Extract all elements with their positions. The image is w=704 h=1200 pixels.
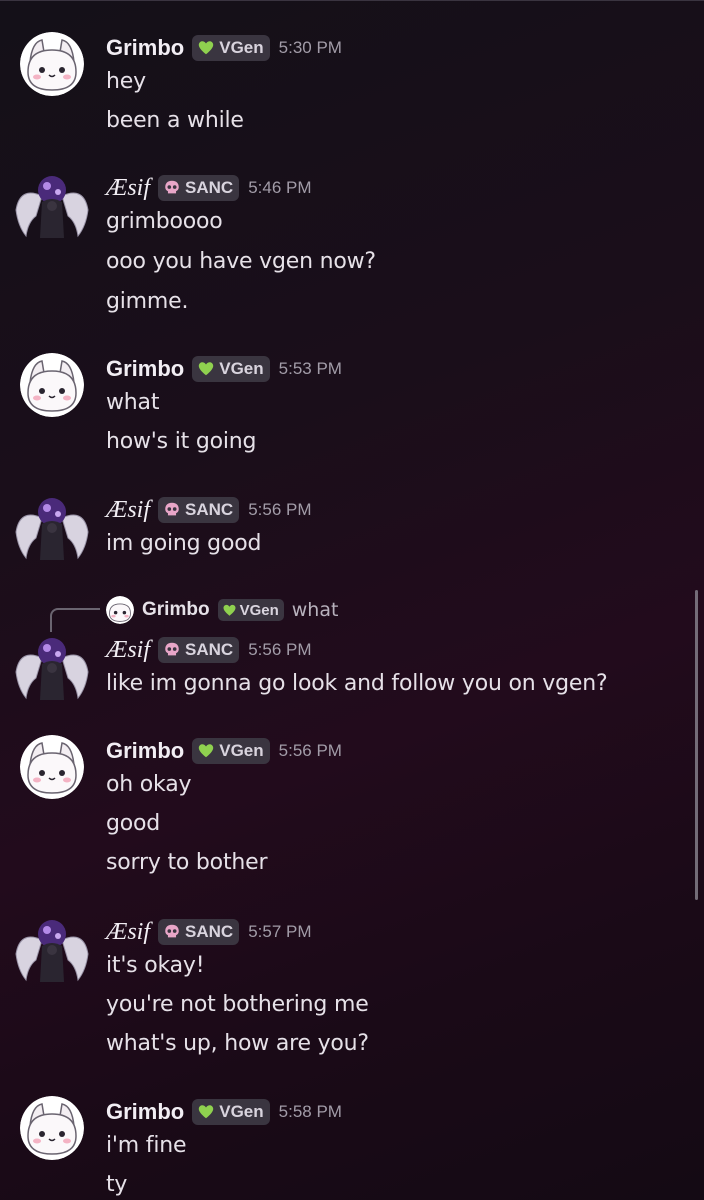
message-line: i'm fine xyxy=(106,1133,187,1158)
message-line: sorry to bother xyxy=(106,850,268,875)
author-name[interactable]: Æsif xyxy=(106,175,150,202)
top-divider xyxy=(0,0,704,1)
aesif-avatar[interactable] xyxy=(15,494,89,560)
guild-tag[interactable]: VGen xyxy=(192,1099,270,1125)
winged-figure-avatar-icon xyxy=(15,176,89,238)
reply-preview[interactable]: Grimbo VGen what xyxy=(0,594,704,632)
guild-tag[interactable]: VGen xyxy=(192,738,270,764)
message-header: Æsif SANC 5:57 PM xyxy=(106,916,312,948)
reply-guild-tag: VGen xyxy=(217,599,284,621)
message-line: hey xyxy=(106,69,146,94)
guild-tag[interactable]: SANC xyxy=(158,919,240,945)
timestamp: 5:57 PM xyxy=(248,922,312,941)
scrollbar-thumb[interactable] xyxy=(695,590,698,900)
message-line: im going good xyxy=(106,531,262,556)
guild-tag[interactable]: SANC xyxy=(158,175,240,201)
green-heart-icon xyxy=(199,1105,214,1119)
author-name[interactable]: Æsif xyxy=(106,497,150,524)
guild-tag-label: VGen xyxy=(219,38,264,57)
aesif-avatar[interactable] xyxy=(15,172,89,238)
guild-tag-label: VGen xyxy=(219,359,264,378)
author-name[interactable]: Grimbo xyxy=(106,1099,184,1125)
guild-tag-label: SANC xyxy=(185,640,234,659)
guild-tag[interactable]: VGen xyxy=(192,356,270,382)
message-header: Grimbo VGen 5:30 PM xyxy=(106,32,342,64)
white-cat-avatar-icon xyxy=(20,32,84,96)
message-line: ty xyxy=(106,1172,128,1197)
winged-figure-avatar-icon xyxy=(15,638,89,700)
pink-skull-icon xyxy=(165,642,179,656)
guild-tag-label: VGen xyxy=(219,1102,264,1121)
message-line: it's okay! xyxy=(106,953,205,978)
pink-skull-icon xyxy=(165,180,179,194)
message-header: Grimbo VGen 5:58 PM xyxy=(106,1096,342,1128)
message-header: Æsif SANC 5:56 PM xyxy=(106,494,312,526)
message-line: how's it going xyxy=(106,429,257,454)
guild-tag[interactable]: VGen xyxy=(192,35,270,61)
reply-guild-tag-label: VGen xyxy=(239,601,279,619)
grimbo-avatar[interactable] xyxy=(20,353,84,417)
message-line: you're not bothering me xyxy=(106,992,369,1017)
guild-tag[interactable]: SANC xyxy=(158,637,240,663)
timestamp: 5:56 PM xyxy=(278,741,342,760)
white-cat-avatar-icon xyxy=(20,353,84,417)
author-name[interactable]: Æsif xyxy=(106,919,150,946)
author-name[interactable]: Grimbo xyxy=(106,35,184,61)
white-cat-avatar-icon xyxy=(20,1096,84,1160)
winged-figure-avatar-icon xyxy=(15,498,89,560)
pink-skull-icon xyxy=(165,502,179,516)
message-line: what's up, how are you? xyxy=(106,1031,369,1056)
author-name[interactable]: Grimbo xyxy=(106,356,184,382)
reply-text: what xyxy=(291,599,339,621)
message-line: grimboooo xyxy=(106,209,223,234)
aesif-avatar[interactable] xyxy=(15,634,89,700)
message-line: been a while xyxy=(106,108,244,133)
timestamp: 5:58 PM xyxy=(278,1102,342,1121)
guild-tag[interactable]: SANC xyxy=(158,497,240,523)
guild-tag-label: SANC xyxy=(185,922,234,941)
message-header: Grimbo VGen 5:56 PM xyxy=(106,735,342,767)
author-name[interactable]: Æsif xyxy=(106,637,150,664)
grimbo-avatar[interactable] xyxy=(20,735,84,799)
white-cat-avatar-icon xyxy=(106,596,134,624)
winged-figure-avatar-icon xyxy=(15,920,89,982)
reply-avatar xyxy=(106,596,134,624)
green-heart-icon xyxy=(199,41,214,55)
message-line: gimme. xyxy=(106,289,189,314)
timestamp: 5:30 PM xyxy=(278,38,342,57)
reply-author-name[interactable]: Grimbo xyxy=(142,599,210,621)
green-heart-icon xyxy=(223,604,236,616)
reply-content: Grimbo VGen what xyxy=(142,596,338,624)
green-heart-icon xyxy=(199,362,214,376)
message-line: ooo you have vgen now? xyxy=(106,249,376,274)
guild-tag-label: SANC xyxy=(185,178,234,197)
message-line: like im gonna go look and follow you on … xyxy=(106,671,608,696)
green-heart-icon xyxy=(199,744,214,758)
aesif-avatar[interactable] xyxy=(15,916,89,982)
message-header: Grimbo VGen 5:53 PM xyxy=(106,353,342,385)
guild-tag-label: SANC xyxy=(185,500,234,519)
message-line: oh okay xyxy=(106,772,192,797)
message-header: Æsif SANC 5:46 PM xyxy=(106,172,312,204)
author-name[interactable]: Grimbo xyxy=(106,738,184,764)
message-line: what xyxy=(106,390,160,415)
message-header: Æsif SANC 5:56 PM xyxy=(106,634,312,666)
pink-skull-icon xyxy=(165,924,179,938)
timestamp: 5:53 PM xyxy=(278,359,342,378)
message-line: good xyxy=(106,811,161,836)
white-cat-avatar-icon xyxy=(20,735,84,799)
guild-tag-label: VGen xyxy=(219,741,264,760)
timestamp: 5:56 PM xyxy=(248,500,312,519)
timestamp: 5:56 PM xyxy=(248,640,312,659)
timestamp: 5:46 PM xyxy=(248,178,312,197)
grimbo-avatar[interactable] xyxy=(20,1096,84,1160)
grimbo-avatar[interactable] xyxy=(20,32,84,96)
